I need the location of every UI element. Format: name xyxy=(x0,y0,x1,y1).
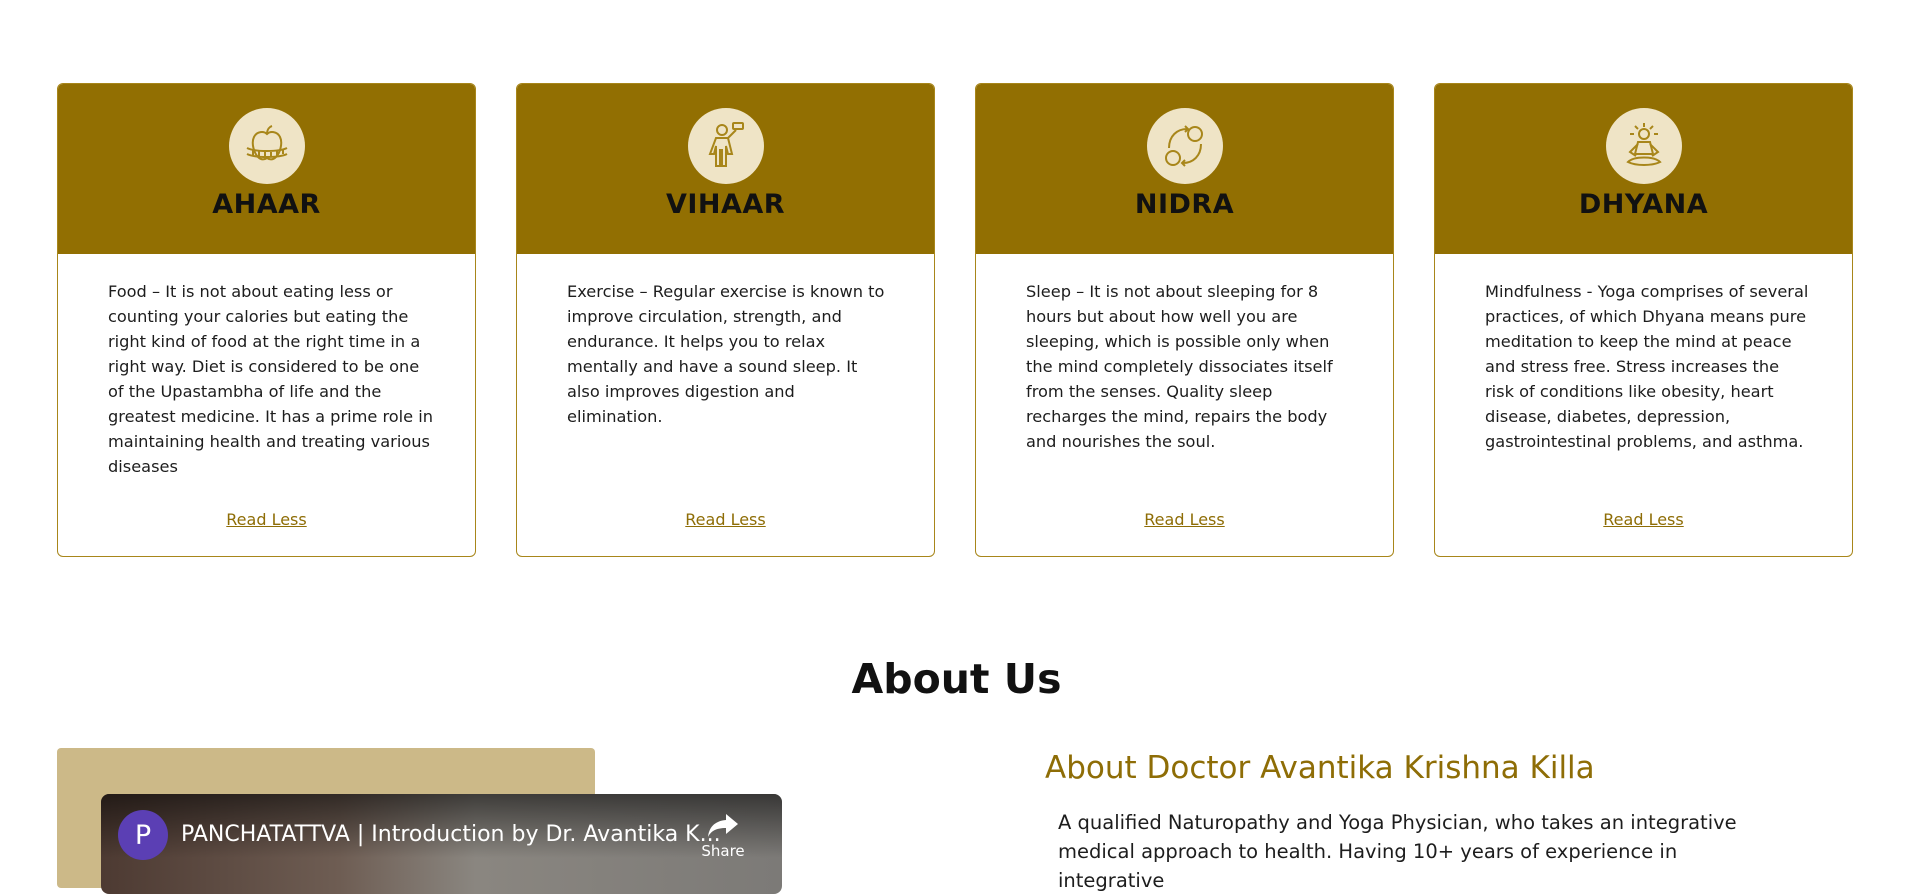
card-header: NIDRA xyxy=(976,84,1393,254)
card-title: VIHAAR xyxy=(665,189,786,220)
card-header: AHAAR xyxy=(58,84,475,254)
video-title[interactable]: PANCHATATTVA | Introduction by Dr. Avant… xyxy=(181,822,721,847)
apple-measuring-tape-icon xyxy=(228,108,305,184)
card-header: DHYANA xyxy=(1435,84,1852,254)
card-title: AHAAR xyxy=(212,189,321,220)
card-description: Food – It is not about eating less or co… xyxy=(108,282,434,476)
share-button[interactable]: Share xyxy=(698,810,748,860)
card-nidra: NIDRA Sleep – It is not about sleeping f… xyxy=(975,83,1394,557)
share-arrow-icon xyxy=(708,814,738,837)
channel-avatar[interactable]: P xyxy=(118,810,168,860)
card-dhyana: DHYANA Mindfulness - Yoga comprises of s… xyxy=(1434,83,1853,557)
read-less-link[interactable]: Read Less xyxy=(517,510,934,529)
share-label: Share xyxy=(701,842,745,860)
meditation-icon xyxy=(1605,108,1682,184)
read-less-link[interactable]: Read Less xyxy=(1435,510,1852,529)
video-player[interactable]: P PANCHATATTVA | Introduction by Dr. Ava… xyxy=(101,794,782,894)
card-description: Mindfulness - Yoga comprises of several … xyxy=(1485,282,1809,451)
card-title: NIDRA xyxy=(1134,189,1235,220)
about-heading: About Us xyxy=(851,655,1062,703)
card-title: DHYANA xyxy=(1578,189,1709,220)
sleep-cycle-icon xyxy=(1146,108,1223,184)
card-header: VIHAAR xyxy=(517,84,934,254)
card-vihaar: VIHAAR Exercise – Regular exercise is kn… xyxy=(516,83,935,557)
card-description: Sleep – It is not about sleeping for 8 h… xyxy=(1026,282,1333,451)
about-doctor-heading: About Doctor Avantika Krishna Killa xyxy=(1045,750,1595,786)
read-less-link[interactable]: Read Less xyxy=(976,510,1393,529)
about-doctor-text: A qualified Naturopathy and Yoga Physici… xyxy=(1058,811,1737,892)
read-less-link[interactable]: Read Less xyxy=(58,510,475,529)
exercise-person-icon xyxy=(687,108,764,184)
card-ahaar: AHAAR Food – It is not about eating less… xyxy=(57,83,476,557)
pillars-cards: AHAAR Food – It is not about eating less… xyxy=(57,83,1853,559)
card-description: Exercise – Regular exercise is known to … xyxy=(567,282,885,426)
